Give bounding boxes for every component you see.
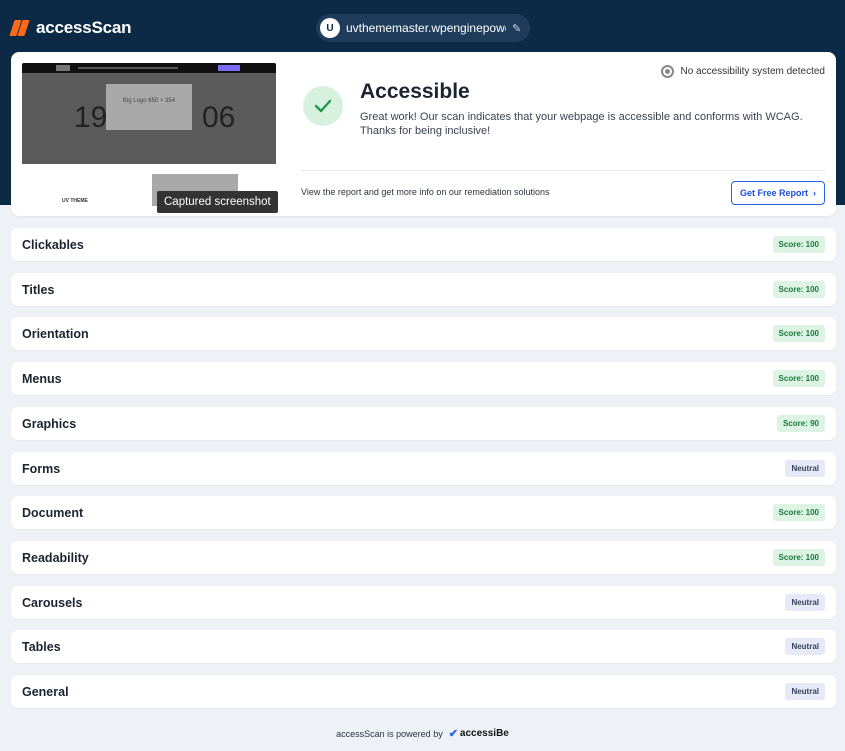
app-logo[interactable]: accessScan xyxy=(9,18,132,38)
app-header: accessScan U uvthememaster.wpenginepower… xyxy=(0,0,845,54)
category-name: Forms xyxy=(22,461,61,476)
category-row-clickables[interactable]: Clickables Score: 100 xyxy=(11,228,836,261)
verdict-title: Accessible xyxy=(360,80,470,103)
report-prompt: View the report and get more info on our… xyxy=(301,187,550,197)
accessibe-logo[interactable]: ✔ accessiBe xyxy=(449,727,509,740)
category-row-menus[interactable]: Menus Score: 100 xyxy=(11,362,836,395)
category-name: Orientation xyxy=(22,326,89,341)
category-name: Titles xyxy=(22,282,55,297)
category-name: General xyxy=(22,684,69,699)
accessibe-check-icon: ✔ xyxy=(448,728,458,740)
category-name: Clickables xyxy=(22,237,84,252)
category-row-document[interactable]: Document Score: 100 xyxy=(11,496,836,529)
system-status: No accessibility system detected xyxy=(661,65,825,78)
category-row-tables[interactable]: Tables Neutral xyxy=(11,630,836,663)
captured-screenshot: 19 06 Big Logo 650 × 354 UV THEME xyxy=(22,63,276,206)
screenshot-nav xyxy=(22,63,276,73)
accessscan-logo-icon xyxy=(9,20,30,36)
checkmark-icon xyxy=(303,86,343,126)
category-name: Tables xyxy=(22,639,61,654)
footer-text: accessScan is powered by xyxy=(336,728,443,739)
neutral-badge: Neutral xyxy=(785,638,825,655)
screenshot-site-name: UV THEME xyxy=(62,198,88,204)
accessibe-brand: accessiBe xyxy=(459,728,509,739)
neutral-badge: Neutral xyxy=(785,460,825,477)
chevron-right-icon: › xyxy=(813,188,816,198)
category-row-forms[interactable]: Forms Neutral xyxy=(11,452,836,485)
edit-icon[interactable]: ✎ xyxy=(512,22,521,35)
score-badge: Score: 100 xyxy=(772,236,825,253)
divider xyxy=(301,170,825,171)
category-name: Readability xyxy=(22,550,89,565)
status-circle-icon xyxy=(661,65,675,78)
neutral-badge: Neutral xyxy=(785,594,825,611)
category-row-orientation[interactable]: Orientation Score: 100 xyxy=(11,317,836,350)
footer: accessScan is powered by ✔ accessiBe xyxy=(0,727,845,740)
result-card: 19 06 Big Logo 650 × 354 UV THEME Captur… xyxy=(11,52,836,216)
score-badge: Score: 100 xyxy=(772,549,825,566)
screenshot-number-left: 19 xyxy=(74,101,108,134)
system-status-text: No accessibility system detected xyxy=(680,66,825,77)
score-badge: Score: 90 xyxy=(776,415,825,432)
app-name: accessScan xyxy=(36,18,132,37)
score-badge: Score: 100 xyxy=(772,281,825,298)
scanned-url-pill[interactable]: U uvthememaster.wpenginepowered.com ✎ xyxy=(316,14,530,42)
verdict-description: Great work! Our scan indicates that your… xyxy=(360,111,803,137)
category-name: Menus xyxy=(22,371,62,386)
screenshot-tooltip: Captured screenshot xyxy=(157,191,278,213)
screenshot-number-right: 06 xyxy=(202,101,236,134)
category-name: Carousels xyxy=(22,595,83,610)
get-free-report-label: Get Free Report xyxy=(739,188,808,198)
score-badge: Score: 100 xyxy=(772,504,825,521)
neutral-badge: Neutral xyxy=(785,683,825,700)
category-row-carousels[interactable]: Carousels Neutral xyxy=(11,586,836,619)
category-name: Graphics xyxy=(22,416,77,431)
category-row-graphics[interactable]: Graphics Score: 90 xyxy=(11,407,836,440)
category-name: Document xyxy=(22,505,84,520)
score-badge: Score: 100 xyxy=(772,370,825,387)
get-free-report-button[interactable]: Get Free Report › xyxy=(730,181,825,205)
category-row-general[interactable]: General Neutral xyxy=(11,675,836,708)
scanned-url: uvthememaster.wpenginepowered.com xyxy=(346,21,506,35)
screenshot-logo-placeholder: Big Logo 650 × 354 xyxy=(106,84,192,130)
score-badge: Score: 100 xyxy=(772,325,825,342)
avatar: U xyxy=(320,18,340,38)
category-row-titles[interactable]: Titles Score: 100 xyxy=(11,273,836,306)
category-row-readability[interactable]: Readability Score: 100 xyxy=(11,541,836,574)
